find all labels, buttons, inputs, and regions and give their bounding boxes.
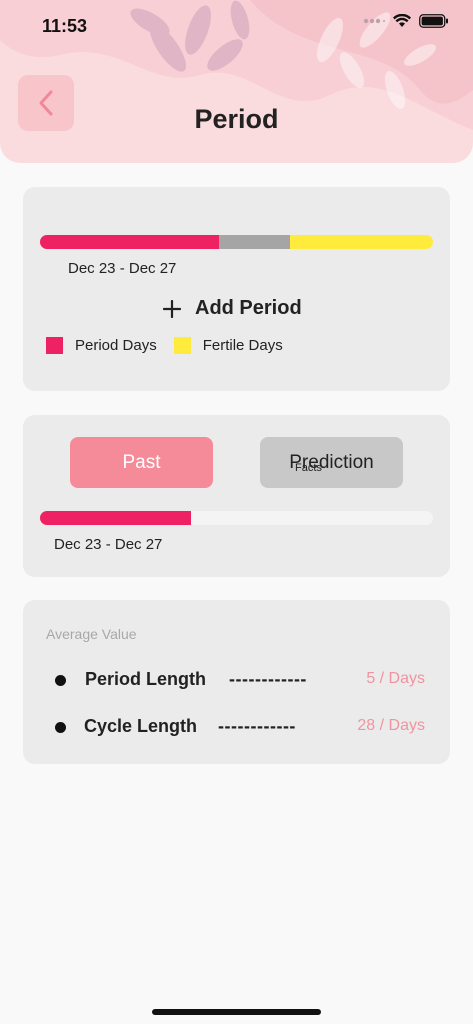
page-title: Period	[194, 104, 279, 134]
add-period-button[interactable]: Add Period	[163, 297, 302, 320]
average-value: 5 / Days	[366, 670, 425, 687]
add-period-label: Add Period	[195, 297, 302, 319]
home-indicator[interactable]	[152, 1009, 321, 1015]
cycle-card: Dec 23 - Dec 27 Add Period Period Days F…	[23, 187, 450, 391]
period-swatch	[46, 337, 63, 354]
status-time: 11:53	[42, 16, 88, 36]
past-tab-label: Past	[122, 451, 161, 473]
cycle-bar	[40, 235, 433, 249]
prediction-tab[interactable]: Prediction	[260, 437, 403, 488]
facts-label: Facts	[295, 462, 322, 474]
average-label: Cycle Length	[84, 716, 198, 736]
average-value: 28 / Days	[357, 717, 425, 734]
average-title: Average Value	[46, 626, 137, 642]
bullet-icon	[55, 722, 66, 733]
average-row-period: Period Length ------------ 5 / Days	[55, 667, 425, 695]
plus-icon	[163, 299, 181, 318]
past-tab[interactable]: Past	[70, 437, 213, 488]
average-dashes: ------------	[218, 716, 296, 736]
legend-label-fertile: Fertile Days	[202, 337, 283, 354]
average-label: Period Length	[85, 669, 206, 689]
signal-icon	[363, 18, 385, 24]
average-dashes: ------------	[229, 669, 307, 689]
history-card: Past Prediction Facts Dec 23 - Dec 27	[23, 415, 450, 577]
status-icons	[363, 14, 449, 28]
history-progress-fill	[40, 511, 192, 525]
average-row-cycle: Cycle Length ------------ 28 / Days	[55, 714, 425, 742]
average-card: Average Value Period Length ------------…	[23, 600, 450, 764]
legend-item-fertile: Fertile Days	[173, 337, 283, 354]
bullet-icon	[55, 675, 66, 686]
legend-item-period: Period Days	[46, 337, 157, 354]
gap-segment	[218, 235, 290, 249]
history-progress-bar	[40, 511, 433, 525]
wifi-icon	[393, 14, 411, 27]
fertile-swatch	[173, 337, 191, 354]
cycle-date-range: Dec 23 - Dec 27	[68, 260, 177, 277]
fertile-segment	[289, 235, 433, 249]
legend: Period Days Fertile Days	[46, 337, 300, 354]
legend-label-period: Period Days	[75, 337, 157, 354]
header: 11:53 Period	[0, 0, 473, 163]
history-date-range: Dec 23 - Dec 27	[54, 536, 163, 553]
battery-icon	[419, 14, 448, 28]
period-segment	[40, 235, 219, 249]
